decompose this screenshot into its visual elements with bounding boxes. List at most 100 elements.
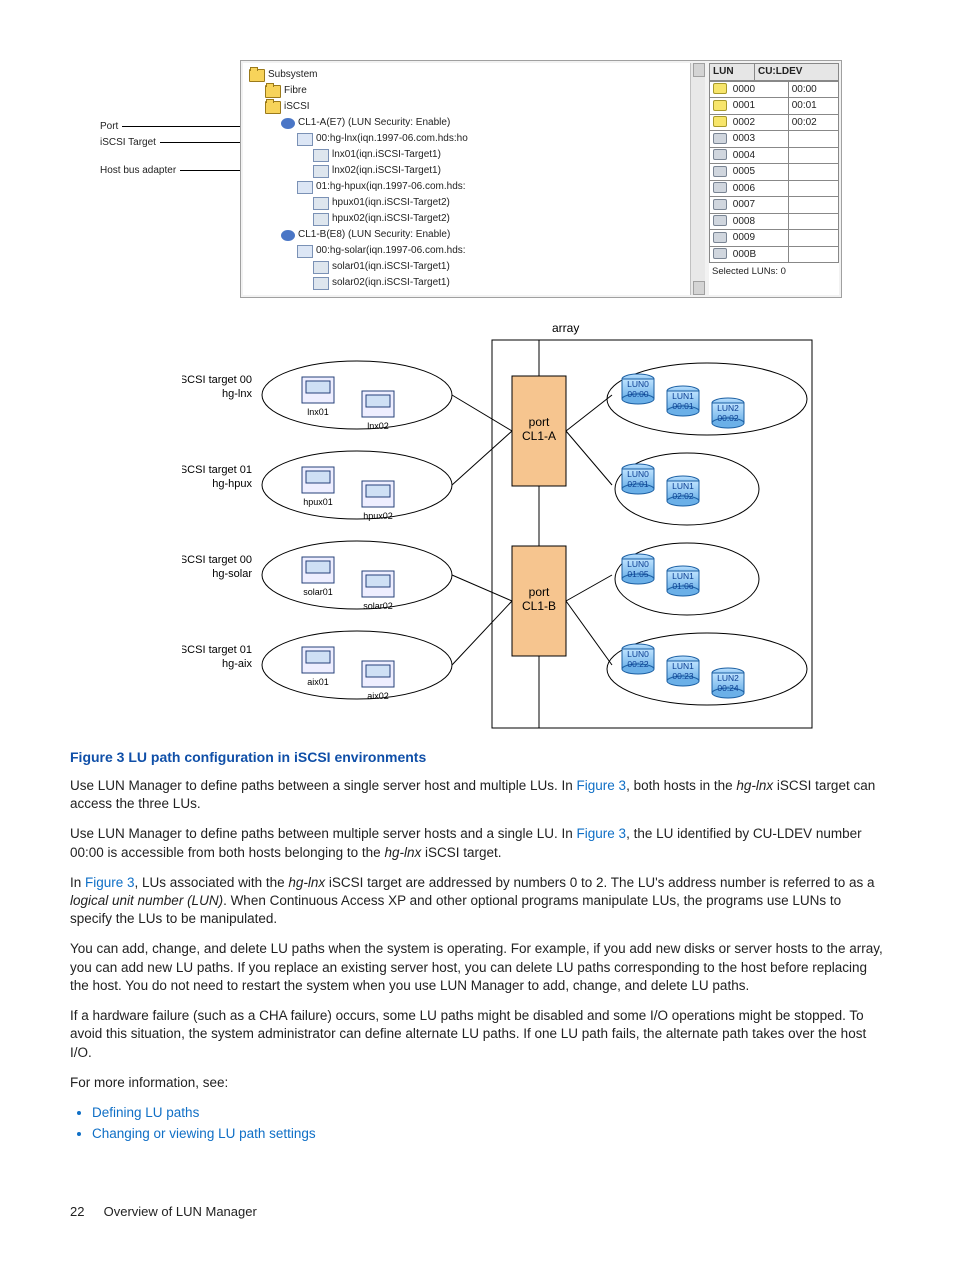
array-label: array: [552, 321, 579, 335]
target-label: iSCSI target 01: [182, 464, 252, 476]
lun-cell[interactable]: 0007: [710, 197, 789, 214]
culdev-cell[interactable]: [788, 164, 838, 181]
host-label: aix02: [367, 691, 389, 701]
culdev-cell[interactable]: [788, 213, 838, 230]
lun-label: LUN0: [627, 469, 649, 479]
lun-rows[interactable]: 000000:00 000100:01 000200:02 0003 0004 …: [709, 81, 839, 264]
culdev-cell[interactable]: 00:01: [788, 98, 838, 115]
folder-icon: [265, 101, 281, 114]
host-icon: [313, 165, 329, 178]
lun-table-pane[interactable]: LUNCU:LDEV 000000:00 000100:01 000200:02…: [709, 63, 839, 295]
host-icon: [313, 261, 329, 274]
target-label: iSCSI target 00: [182, 374, 252, 386]
lun-cell[interactable]: 000B: [710, 246, 789, 263]
culdev-cell[interactable]: [788, 147, 838, 164]
culdev-cell[interactable]: [788, 197, 838, 214]
lun-cell[interactable]: 0005: [710, 164, 789, 181]
scrollbar[interactable]: [690, 63, 705, 295]
selected-luns-label: Selected LUNs: 0: [709, 263, 839, 279]
tree-host[interactable]: hpux02(iqn.iSCSI-Target2): [332, 211, 450, 227]
volume-icon: [713, 199, 727, 210]
tree-host[interactable]: lnx02(iqn.iSCSI-Target1): [332, 163, 441, 179]
tree-target-solar[interactable]: 00:hg-solar(iqn.1997-06.com.hds:: [316, 243, 466, 259]
lun-cell[interactable]: 0003: [710, 131, 789, 148]
host-label: aix01: [307, 677, 329, 687]
tree-port-cl1a[interactable]: CL1-A(E7) (LUN Security: Enable): [298, 115, 450, 131]
lun-label: 02:01: [627, 479, 649, 489]
see-also-list: Defining LU paths Changing or viewing LU…: [70, 1104, 884, 1143]
callout-hba: Host bus adapter: [100, 164, 176, 178]
link-figure-3[interactable]: Figure 3: [85, 875, 135, 890]
culdev-cell[interactable]: [788, 246, 838, 263]
lun-label: LUN1: [672, 391, 694, 401]
host-label: solar02: [363, 601, 393, 611]
tree-host[interactable]: solar02(iqn.iSCSI-Target1): [332, 275, 450, 291]
tree-host[interactable]: solar01(iqn.iSCSI-Target1): [332, 259, 450, 275]
link-changing-lu-path-settings[interactable]: Changing or viewing LU path settings: [92, 1126, 316, 1141]
tree-host[interactable]: hpux01(iqn.iSCSI-Target2): [332, 195, 450, 211]
lun-cell[interactable]: 0004: [710, 147, 789, 164]
col-culdev[interactable]: CU:LDEV: [754, 64, 838, 81]
culdev-cell[interactable]: [788, 131, 838, 148]
port-icon: [281, 118, 295, 129]
tree-pane[interactable]: Subsystem Fibre iSCSI CL1-A(E7) (LUN Sec…: [243, 63, 705, 295]
host-icon: [313, 277, 329, 290]
culdev-cell[interactable]: 00:02: [788, 114, 838, 131]
tree-subsystem[interactable]: Subsystem: [268, 67, 317, 83]
link-defining-lu-paths[interactable]: Defining LU paths: [92, 1105, 199, 1120]
paragraph: For more information, see:: [70, 1074, 884, 1092]
host-icon: [313, 213, 329, 226]
callout-iscsi-target: iSCSI Target: [100, 136, 156, 150]
tree-fibre[interactable]: Fibre: [284, 83, 307, 99]
lun-cell[interactable]: 0008: [710, 213, 789, 230]
lun-cell[interactable]: 0006: [710, 180, 789, 197]
paragraph: Use LUN Manager to define paths between …: [70, 777, 884, 813]
culdev-cell[interactable]: 00:00: [788, 81, 838, 98]
lun-cell[interactable]: 0000: [710, 81, 789, 98]
link-figure-3[interactable]: Figure 3: [577, 778, 627, 793]
lun-cell[interactable]: 0001: [710, 98, 789, 115]
volume-icon: [713, 182, 727, 193]
lun-label: LUN2: [717, 673, 739, 683]
lun-label: 01:05: [627, 569, 649, 579]
topology-diagram: array port CL1-A port CL1-B iSCSI target…: [182, 316, 822, 736]
tree-port-cl1b[interactable]: CL1-B(E8) (LUN Security: Enable): [298, 227, 450, 243]
lun-label: 00:24: [717, 683, 739, 693]
link-figure-3[interactable]: Figure 3: [577, 826, 627, 841]
target-icon: [297, 181, 313, 194]
host-label: solar01: [303, 587, 333, 597]
volume-icon: [713, 232, 727, 243]
target-label: hg-solar: [212, 568, 252, 580]
target-label: hg-lnx: [222, 388, 252, 400]
volume-icon: [713, 166, 727, 177]
port-cl1b: port: [529, 585, 550, 599]
lun-label: 00:01: [672, 401, 694, 411]
paragraph: Use LUN Manager to define paths between …: [70, 825, 884, 861]
culdev-cell[interactable]: [788, 180, 838, 197]
chapter-title: Overview of LUN Manager: [104, 1204, 257, 1219]
lun-label: 00:02: [717, 413, 739, 423]
tree-iscsi[interactable]: iSCSI: [284, 99, 310, 115]
col-lun[interactable]: LUN: [710, 64, 755, 81]
volume-icon: [713, 215, 727, 226]
host-icon: [313, 149, 329, 162]
culdev-cell[interactable]: [788, 230, 838, 247]
paragraph: If a hardware failure (such as a CHA fai…: [70, 1007, 884, 1062]
svg-text:CL1-B: CL1-B: [522, 599, 556, 613]
host-label: lnx02: [367, 421, 389, 431]
lun-cell[interactable]: 0009: [710, 230, 789, 247]
lun-cell[interactable]: 0002: [710, 114, 789, 131]
page-footer: 22 Overview of LUN Manager: [70, 1203, 884, 1221]
tree-target-lnx[interactable]: 00:hg-lnx(iqn.1997-06.com.hds:ho: [316, 131, 468, 147]
port-icon: [281, 230, 295, 241]
svg-text:CL1-A: CL1-A: [522, 429, 556, 443]
volume-icon: [713, 133, 727, 144]
volume-icon: [713, 100, 727, 111]
lun-label: LUN2: [717, 403, 739, 413]
tree-target-hpux[interactable]: 01:hg-hpux(iqn.1997-06.com.hds:: [316, 179, 466, 195]
figure-title: Figure 3 LU path configuration in iSCSI …: [70, 748, 884, 767]
tree-host[interactable]: lnx01(iqn.iSCSI-Target1): [332, 147, 441, 163]
lun-label: LUN1: [672, 481, 694, 491]
target-label: hg-hpux: [212, 478, 252, 490]
lun-table[interactable]: LUNCU:LDEV: [709, 63, 839, 81]
